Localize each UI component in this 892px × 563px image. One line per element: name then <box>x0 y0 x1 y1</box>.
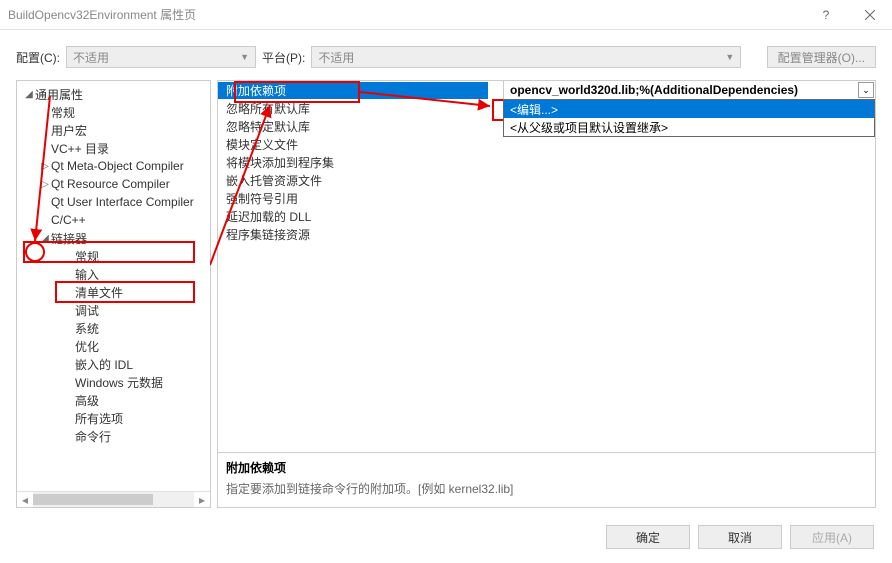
expand-icon: ▷ <box>39 179 51 190</box>
tree-scrollbar[interactable]: ◂ ▸ <box>17 491 210 507</box>
prop-row[interactable]: 延迟加载的 DLL <box>218 207 875 225</box>
prop-row[interactable]: 嵌入托管资源文件 <box>218 171 875 189</box>
expand-icon: ▷ <box>39 161 51 172</box>
chevron-down-icon: ▼ <box>725 52 734 62</box>
tree-item[interactable]: Qt User Interface Compiler <box>17 193 210 211</box>
config-combo[interactable]: 不适用 ▼ <box>66 46 256 68</box>
close-button[interactable] <box>848 0 892 30</box>
description-body: 指定要添加到链接命令行的附加项。[例如 kernel32.lib] <box>226 480 867 497</box>
prop-value-cell[interactable]: opencv_world320d.lib;%(AdditionalDepende… <box>503 81 875 99</box>
dialog-footer: 确定 取消 应用(A) <box>606 525 874 549</box>
ok-button[interactable]: 确定 <box>606 525 690 549</box>
tree-item[interactable]: Windows 元数据 <box>17 373 210 391</box>
description-panel: 附加依赖项 指定要添加到链接命令行的附加项。[例如 kernel32.lib] <box>218 452 875 507</box>
prop-row[interactable]: 将模块添加到程序集 <box>218 153 875 171</box>
property-grid[interactable]: 附加依赖项 opencv_world320d.lib;%(AdditionalD… <box>218 81 875 452</box>
collapse-icon: ◢ <box>23 89 35 100</box>
dropdown-button[interactable]: ⌄ <box>858 82 874 98</box>
tree-item[interactable]: 清单文件 <box>17 283 210 301</box>
platform-label: 平台(P): <box>262 49 305 66</box>
tree-item-linker[interactable]: ◢链接器 <box>17 229 210 247</box>
scroll-track[interactable] <box>33 492 194 507</box>
prop-value-text: opencv_world320d.lib;%(AdditionalDepende… <box>504 83 858 97</box>
dropdown-item-inherit[interactable]: <从父级或项目默认设置继承> <box>504 118 874 136</box>
tree-panel: ◢通用属性 常规 用户宏 VC++ 目录 ▷Qt Meta-Object Com… <box>16 80 211 508</box>
tree-item[interactable]: 嵌入的 IDL <box>17 355 210 373</box>
scroll-left-icon[interactable]: ◂ <box>17 492 33 507</box>
config-value: 不适用 <box>73 49 109 66</box>
window-title: BuildOpencv32Environment 属性页 <box>8 6 196 23</box>
tree-item[interactable]: 所有选项 <box>17 409 210 427</box>
platform-combo[interactable]: 不适用 ▼ <box>311 46 741 68</box>
tree-item[interactable]: 优化 <box>17 337 210 355</box>
tree-item[interactable]: VC++ 目录 <box>17 139 210 157</box>
scroll-right-icon[interactable]: ▸ <box>194 492 210 507</box>
tree-item[interactable]: 用户宏 <box>17 121 210 139</box>
platform-value: 不适用 <box>318 49 354 66</box>
scroll-thumb[interactable] <box>33 494 153 505</box>
help-button[interactable]: ? <box>804 0 848 30</box>
config-manager-button[interactable]: 配置管理器(O)... <box>767 46 876 68</box>
tree-item[interactable]: 调试 <box>17 301 210 319</box>
tree-item[interactable]: 高级 <box>17 391 210 409</box>
prop-dropdown: <编辑...> <从父级或项目默认设置继承> <box>503 99 875 137</box>
description-title: 附加依赖项 <box>226 459 867 476</box>
prop-row[interactable]: 模块定义文件 <box>218 135 875 153</box>
tree-item[interactable]: 常规 <box>17 103 210 121</box>
tree-root[interactable]: ◢通用属性 <box>17 85 210 103</box>
dropdown-item-edit[interactable]: <编辑...> <box>504 100 874 118</box>
tree-item[interactable]: ▷Qt Meta-Object Compiler <box>17 157 210 175</box>
tree-item[interactable]: 常规 <box>17 247 210 265</box>
tree-item[interactable]: ▷Qt Resource Compiler <box>17 175 210 193</box>
chevron-down-icon: ⌄ <box>862 85 870 96</box>
chevron-down-icon: ▼ <box>240 52 249 62</box>
prop-row[interactable]: 程序集链接资源 <box>218 225 875 243</box>
property-panel: 附加依赖项 opencv_world320d.lib;%(AdditionalD… <box>217 80 876 508</box>
cancel-button[interactable]: 取消 <box>698 525 782 549</box>
config-label: 配置(C): <box>16 49 60 66</box>
tree-item[interactable]: 系统 <box>17 319 210 337</box>
prop-row[interactable]: 强制符号引用 <box>218 189 875 207</box>
apply-button[interactable]: 应用(A) <box>790 525 874 549</box>
collapse-icon: ◢ <box>39 233 51 244</box>
titlebar: BuildOpencv32Environment 属性页 ? <box>0 0 892 30</box>
tree-item-input[interactable]: 输入 <box>17 265 210 283</box>
property-tree[interactable]: ◢通用属性 常规 用户宏 VC++ 目录 ▷Qt Meta-Object Com… <box>17 81 210 491</box>
toolbar: 配置(C): 不适用 ▼ 平台(P): 不适用 ▼ 配置管理器(O)... <box>16 42 876 72</box>
tree-item[interactable]: 命令行 <box>17 427 210 445</box>
tree-item[interactable]: C/C++ <box>17 211 210 229</box>
